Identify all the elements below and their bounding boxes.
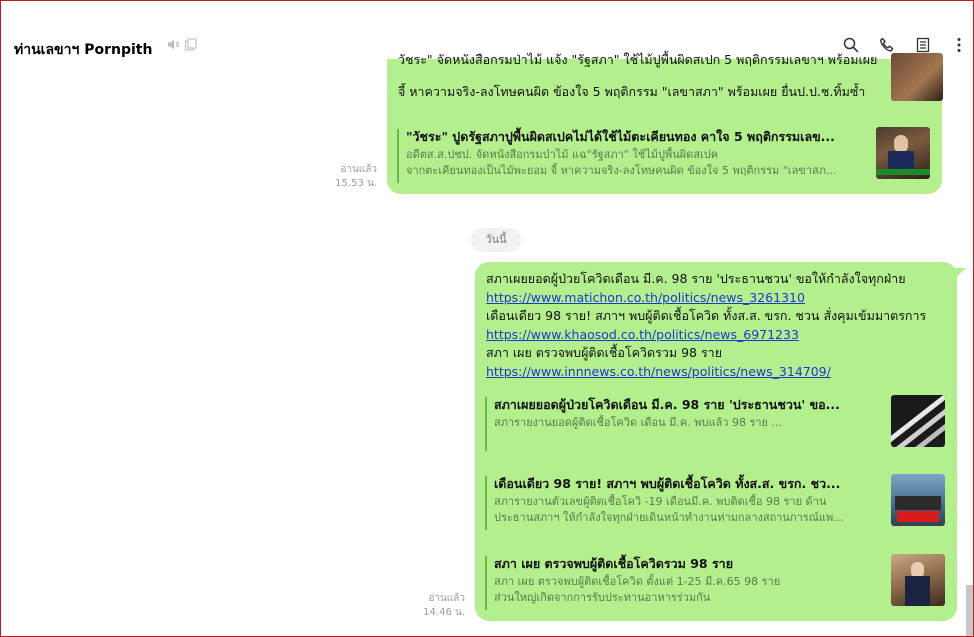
old-thumb-partial[interactable] (891, 53, 943, 101)
call-icon[interactable] (877, 35, 897, 55)
preview-desc: สภารายงานตัวเลขผู้ติดเชื้อโควิ -19 เดือน… (494, 494, 875, 526)
message-line-2: เดือนเดียว 98 ราย! สภาฯ พบผู้ติดเชื้อโคว… (486, 308, 927, 323)
notes-icon[interactable] (913, 35, 933, 55)
preview-thumbnail[interactable] (891, 395, 945, 447)
read-label: อ่านแล้ว (428, 593, 465, 604)
preview-desc: สภา เผย ตรวจพบผู้ติดเชื้อโควิด ตั้งแต่ 1… (494, 574, 875, 606)
link-preview-old[interactable]: "วัชระ" ปูดรัฐสภาปูพื้นผิดสเปคไม่ได้ใช้ไ… (397, 127, 930, 185)
message-line-1: สภาเผยยอดผู้ป่วยโควิดเดือน มี.ค. 98 ราย … (486, 271, 906, 286)
link-preview-2[interactable]: เดือนเดียว 98 ราย! สภาฯ พบผู้ติดเชื้อโคว… (485, 474, 945, 532)
chat-title[interactable]: ท่านเลขาฯ Pornpith (14, 39, 152, 61)
mute-icon[interactable] (167, 38, 180, 55)
scrollbar-thumb[interactable] (966, 585, 973, 636)
preview-desc-2: ประธานสภาฯ ให้กำลังใจทุกฝ่ายเดินหน้าทำงา… (494, 511, 844, 524)
preview-title: "วัชระ" ปูดรัฐสภาปูพื้นผิดสเปคไม่ได้ใช้ไ… (406, 129, 835, 144)
preview-bar (485, 476, 487, 530)
link-preview-3[interactable]: สภา เผย ตรวจพบผู้ติดเชื้อโควิดรวม 98 ราย… (485, 554, 945, 612)
link-preview-1[interactable]: สภาเผยยอดผู้ป่วยโควิดเดือน มี.ค. 98 ราย … (485, 395, 945, 453)
title-icons (167, 38, 197, 55)
preview-desc-1: อดีตส.ส.ปชป. จัดหนังสือกรมป่าไม้ แฉ"รัฐส… (406, 148, 719, 161)
message-line-3: สภา เผย ตรวจพบผู้ติดเชื้อโควิดรวม 98 ราย (486, 345, 723, 360)
message-link-1[interactable]: https://www.matichon.co.th/politics/news… (486, 289, 926, 308)
read-receipt-old: อ่านแล้ว 15.53 น. (321, 163, 377, 191)
preview-desc-2: จากตะเคียนทองเป็นไม้พะยอม จี้ หาความจริง… (406, 164, 837, 177)
preview-bar (485, 556, 487, 610)
old-message-line-1: วัชระ" จัดหนังสือกรมป่าไม้ แจ้ง "รัฐสภา"… (398, 52, 878, 67)
preview-thumbnail[interactable] (876, 127, 930, 179)
chat-window: ท่านเลขาฯ Pornpith วัชระ" จัดหนังสือกรมป… (0, 0, 974, 637)
preview-desc-1: สภารายงานตัวเลขผู้ติดเชื้อโควิ -19 เดือน… (494, 495, 827, 508)
preview-desc-1: สภารายงานยอดผู้ติดเชื้อโควิด เดือน มี.ค.… (494, 416, 782, 429)
more-icon[interactable] (949, 35, 969, 55)
preview-title: เดือนเดียว 98 ราย! สภาฯ พบผู้ติดเชื้อโคว… (494, 476, 841, 491)
message-link-2[interactable]: https://www.khaosod.co.th/politics/news_… (486, 326, 926, 345)
preview-title: สภา เผย ตรวจพบผู้ติดเชื้อโควิดรวม 98 ราย (494, 556, 734, 571)
preview-title: สภาเผยยอดผู้ป่วยโควิดเดือน มี.ค. 98 ราย … (494, 397, 840, 412)
preview-thumbnail[interactable] (891, 554, 945, 606)
message-bubble-old[interactable]: วัชระ" จัดหนังสือกรมป่าไม้ แจ้ง "รัฐสภา"… (387, 52, 943, 194)
preview-thumbnail[interactable] (891, 474, 945, 526)
preview-desc: สภารายงานยอดผู้ติดเชื้อโควิด เดือน มี.ค.… (494, 415, 875, 431)
message-bubble-today[interactable]: สภาเผยยอดผู้ป่วยโควิดเดือน มี.ค. 98 ราย … (475, 262, 966, 621)
preview-bar (485, 397, 487, 451)
preview-desc: อดีตส.ส.ปชป. จัดหนังสือกรมป่าไม้ แฉ"รัฐส… (406, 147, 860, 179)
old-message-line-2: จี้ หาความจริง-ลงโทษคนผิด ข้องใจ 5 พฤติก… (398, 84, 866, 99)
preview-desc-1: สภา เผย ตรวจพบผู้ติดเชื้อโควิด ตั้งแต่ 1… (494, 575, 781, 588)
read-label: อ่านแล้ว (340, 164, 377, 175)
read-receipt-today: อ่านแล้ว 14.46 น. (409, 592, 465, 620)
preview-bar (397, 129, 399, 183)
preview-desc-2: ส่วนใหญ่เกิดจากการรับประทานอาหารร่วมกัน (494, 591, 711, 604)
message-time: 14.46 น. (423, 607, 465, 618)
message-body: สภาเผยยอดผู้ป่วยโควิดเดือน มี.ค. 98 ราย … (486, 270, 926, 381)
note-icon[interactable] (184, 38, 197, 55)
message-link-3[interactable]: https://www.innnews.co.th/news/politics/… (486, 363, 926, 382)
date-separator: วันนี้ (471, 228, 521, 252)
message-time: 15.53 น. (335, 178, 377, 189)
